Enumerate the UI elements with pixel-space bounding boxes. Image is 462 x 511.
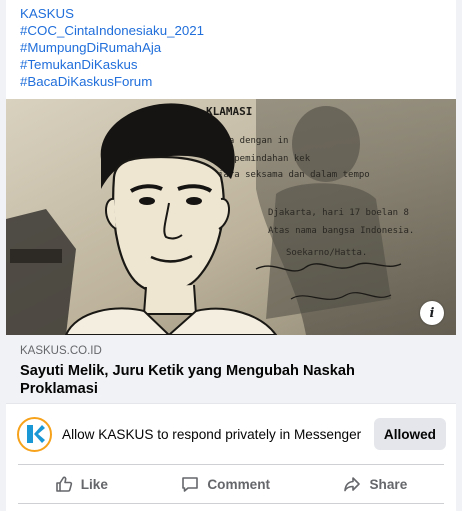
hashtag-coc-cinta-indonesiaku[interactable]: #COC_CintaIndonesiaku_2021	[20, 22, 442, 39]
link-title: Sayuti Melik, Juru Ketik yang Mengubah N…	[20, 362, 442, 398]
like-button[interactable]: Like	[43, 469, 120, 499]
thumbs-up-icon	[55, 476, 72, 492]
allowed-button[interactable]: Allowed	[373, 418, 446, 450]
document-line: Soekarno/Hatta.	[286, 248, 367, 258]
hashtag-mumpung-di-rumah-aja[interactable]: #MumpungDiRumahAja	[20, 39, 442, 56]
comment-icon	[182, 477, 199, 492]
kaskus-logo-icon	[17, 416, 52, 452]
facebook-post: KASKUS #COC_CintaIndonesiaku_2021 #Mumpu…	[6, 0, 456, 511]
document-line: Atas nama bangsa Indonesia.	[268, 226, 414, 236]
document-line: Djakarta, hari 17 boelan 8	[268, 208, 409, 218]
hashtag-baca-di-kaskus-forum[interactable]: #BacaDiKaskusForum	[20, 73, 442, 90]
share-icon	[344, 477, 361, 492]
link-preview-meta[interactable]: KASKUS.CO.ID Sayuti Melik, Juru Ketik ya…	[6, 335, 456, 404]
hashtag-temukan-di-kaskus[interactable]: #TemukanDiKaskus	[20, 56, 442, 73]
link-preview-card[interactable]: KLAMASI ata dengan in ai pemindahan kek …	[6, 99, 456, 404]
messenger-permission-row: Allow KASKUS to respond privately in Mes…	[6, 404, 456, 464]
info-icon[interactable]: i	[420, 301, 444, 325]
portrait-illustration: KLAMASI ata dengan in ai pemindahan kek …	[6, 99, 456, 335]
document-line: jara seksama dan dalam tempo	[218, 170, 370, 180]
post-action-bar: Like Comment Share	[18, 464, 444, 504]
link-title-line-2: Proklamasi	[20, 381, 98, 397]
link-preview-image[interactable]: KLAMASI ata dengan in ai pemindahan kek …	[6, 99, 456, 335]
link-title-line-1: Sayuti Melik, Juru Ketik yang Mengubah N…	[20, 363, 355, 379]
comment-button[interactable]: Comment	[169, 469, 282, 499]
like-label: Like	[80, 476, 108, 492]
hashtag-kaskus[interactable]: KASKUS	[20, 5, 442, 22]
share-button[interactable]: Share	[331, 469, 419, 499]
comment-label: Comment	[207, 476, 271, 492]
share-label: Share	[369, 476, 408, 492]
post-hashtags: KASKUS #COC_CintaIndonesiaku_2021 #Mumpu…	[6, 0, 456, 90]
link-domain: KASKUS.CO.ID	[20, 345, 102, 357]
messenger-permission-text: Allow KASKUS to respond privately in Mes…	[62, 426, 362, 442]
